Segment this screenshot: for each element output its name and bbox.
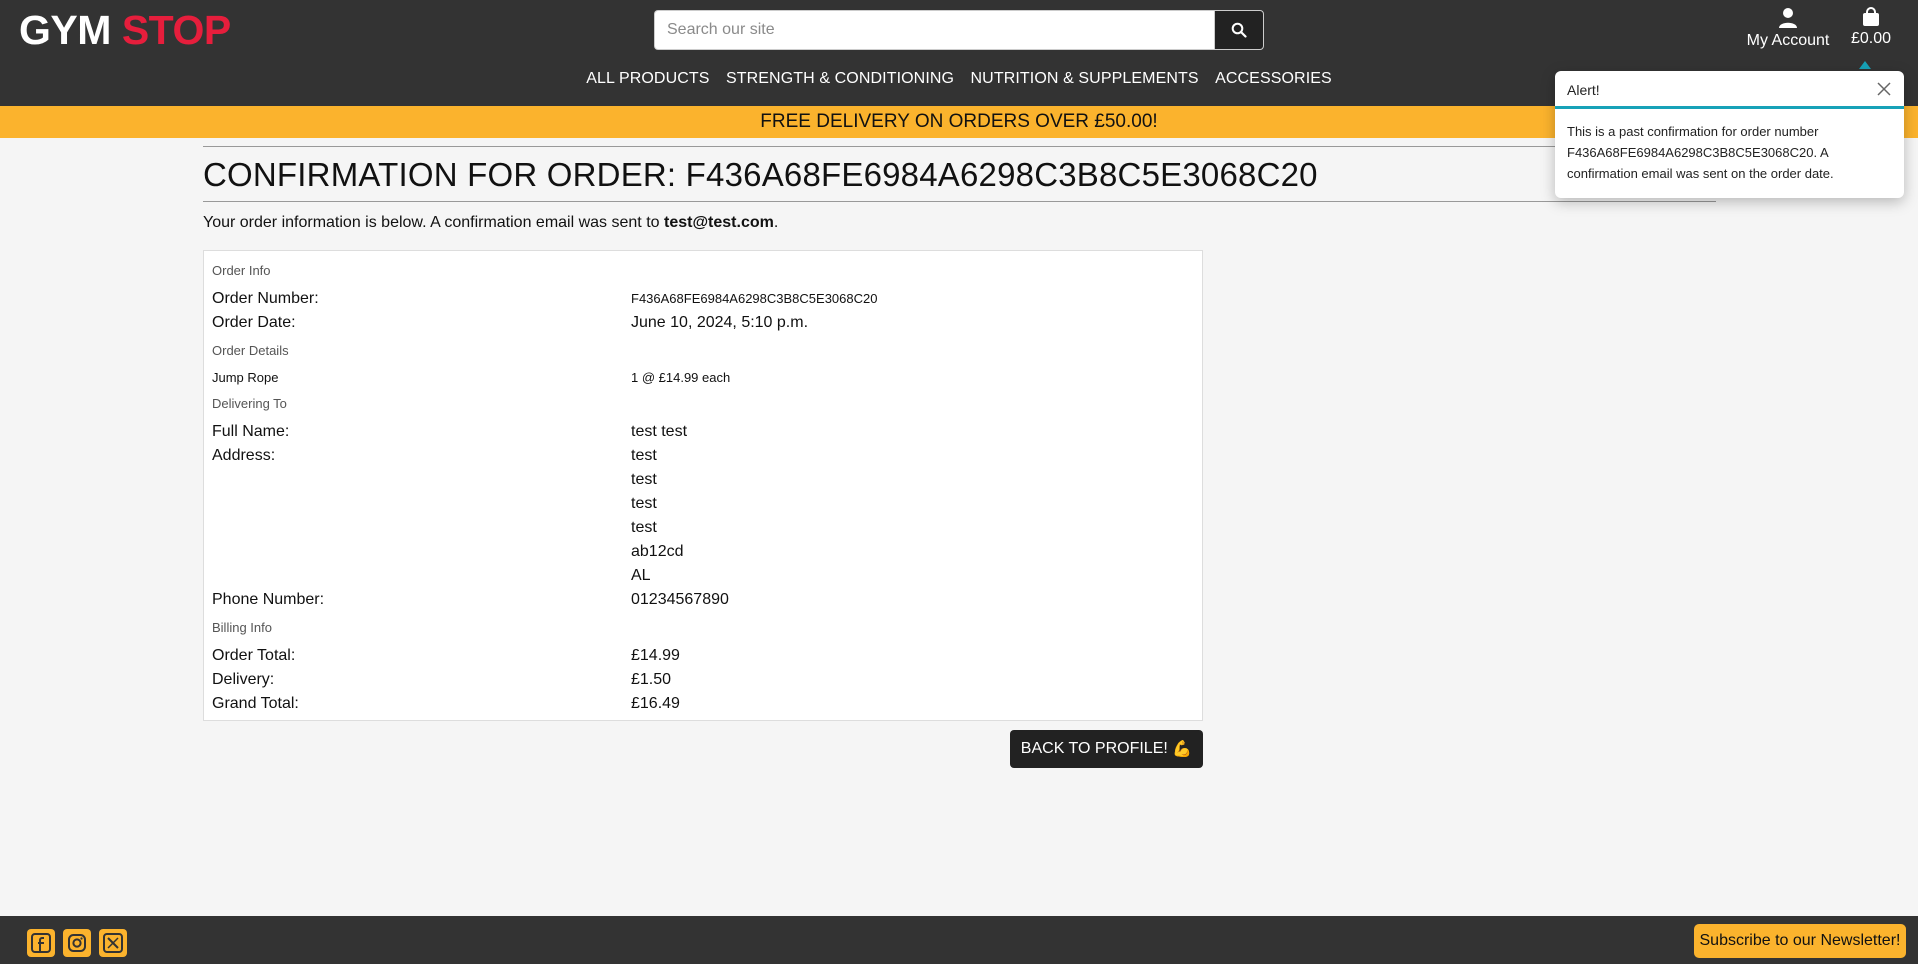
intro-sentence: Your order information is below. A confi… xyxy=(203,214,664,231)
logo-gym: GYM xyxy=(19,7,111,53)
nav-nutrition-supplements[interactable]: NUTRITION & SUPPLEMENTS xyxy=(971,70,1199,87)
facebook-link[interactable] xyxy=(27,929,55,957)
toast-message: This is a past confirmation for order nu… xyxy=(1567,124,1834,181)
intro-period: . xyxy=(773,214,779,231)
address-country: AL xyxy=(631,567,651,584)
address-line-3: test xyxy=(631,495,657,512)
instagram-link[interactable] xyxy=(63,929,91,957)
alert-toast: Alert! This is a past confirmation for o… xyxy=(1555,71,1904,198)
order-date-value: June 10, 2024, 5:10 p.m. xyxy=(631,314,809,331)
section-label: Order Info xyxy=(212,263,271,278)
newsletter-label: Subscribe to our Newsletter! xyxy=(1699,932,1901,949)
intro-text: Your order information is below. A confi… xyxy=(203,214,1716,232)
facebook-icon xyxy=(31,933,51,953)
address-postcode: ab12cd xyxy=(631,543,684,560)
toast-title: Alert! xyxy=(1567,82,1600,98)
order-number-label: Order Number: xyxy=(212,290,319,307)
address-line-4: test xyxy=(631,519,657,536)
grand-total-label: Grand Total: xyxy=(212,695,299,712)
page-title: CONFIRMATION FOR ORDER: F436A68FE6984A62… xyxy=(203,156,1318,193)
shopping-bag-link[interactable]: £0.00 xyxy=(1846,7,1896,48)
order-date-label: Order Date: xyxy=(212,314,296,331)
close-icon xyxy=(1877,82,1891,96)
order-total-value: £14.99 xyxy=(631,647,680,664)
search-input[interactable] xyxy=(654,10,1214,50)
section-label: Delivering To xyxy=(212,396,287,411)
fullname-label: Full Name: xyxy=(212,423,290,440)
instagram-icon xyxy=(68,934,86,952)
user-icon xyxy=(1779,8,1797,28)
site-footer xyxy=(0,916,1918,964)
phone-label: Phone Number: xyxy=(212,591,325,608)
site-logo[interactable]: GYM STOP xyxy=(19,8,231,52)
toast-header: Alert! xyxy=(1555,71,1904,109)
search-form xyxy=(654,10,1264,50)
phone-value: 01234567890 xyxy=(631,591,729,608)
nav-accessories[interactable]: ACCESSORIES xyxy=(1215,70,1332,87)
my-account-label: My Account xyxy=(1746,32,1830,49)
search-icon xyxy=(1231,22,1247,38)
promo-text: FREE DELIVERY ON ORDERS OVER £50.00! xyxy=(760,111,1158,132)
nav-strength-conditioning[interactable]: STRENGTH & CONDITIONING xyxy=(726,70,954,87)
x-link[interactable] xyxy=(99,929,127,957)
section-label: Order Details xyxy=(212,343,289,358)
bag-indicator xyxy=(1859,61,1871,69)
intro-email: test@test.com xyxy=(663,214,774,231)
address-label: Address: xyxy=(212,447,276,464)
order-number-value: F436A68FE6984A6298C3B8C5E3068C20 xyxy=(631,291,878,306)
flexed-biceps-icon: 💪 xyxy=(1172,741,1193,758)
bag-total: £0.00 xyxy=(1850,30,1892,47)
nav-all-products[interactable]: ALL PRODUCTS xyxy=(586,70,709,87)
section-label: Billing Info xyxy=(212,620,272,635)
search-button[interactable] xyxy=(1214,10,1264,50)
address-line-1: test xyxy=(631,447,657,464)
delivery-label: Delivery: xyxy=(212,671,275,688)
toast-close-button[interactable] xyxy=(1874,79,1894,99)
order-total-label: Order Total: xyxy=(212,647,296,664)
title-divider xyxy=(203,201,1716,202)
back-to-profile-button[interactable]: BACK TO PROFILE! 💪 xyxy=(1010,730,1203,768)
my-account-link[interactable]: My Account xyxy=(1742,7,1834,50)
page-content: CONFIRMATION FOR ORDER: F436A68FE6984A62… xyxy=(203,146,1716,232)
x-icon xyxy=(103,933,123,953)
item-name: Jump Rope xyxy=(212,370,279,385)
newsletter-subscribe-button[interactable]: Subscribe to our Newsletter! xyxy=(1694,924,1906,958)
order-summary: Order Info Order Number: F436A68FE6984A6… xyxy=(203,250,1203,721)
delivery-value: £1.50 xyxy=(631,671,672,688)
address-line-2: test xyxy=(631,471,657,488)
fullname-value: test test xyxy=(631,423,688,440)
logo-stop: STOP xyxy=(121,7,231,53)
grand-total-value: £16.49 xyxy=(631,695,680,712)
top-divider xyxy=(203,146,1716,147)
back-to-profile-label: BACK TO PROFILE! xyxy=(1020,740,1168,757)
item-qty-price: 1 @ £14.99 each xyxy=(631,370,731,385)
shopping-bag-icon xyxy=(1863,7,1879,26)
